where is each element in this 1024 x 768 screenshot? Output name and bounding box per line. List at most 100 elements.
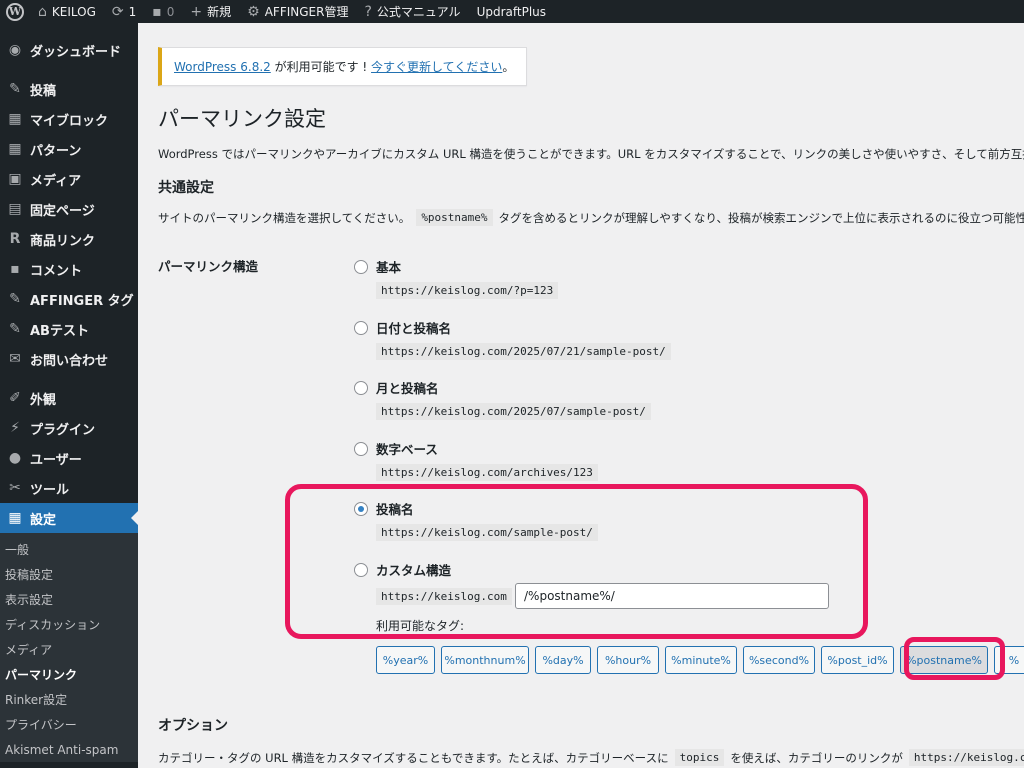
admin-bar: W ⌂ KEILOG ⟳ 1 ▪ 0 + 新規 ⚙ AFFINGER管理 ? 公式マニュアル…: [0, 0, 1024, 23]
submenu-item-writing[interactable]: 投稿設定: [0, 562, 138, 587]
page-description: WordPress ではパーマリンクやアーカイブにカスタム URL 構造を使うこ…: [158, 147, 1024, 161]
plain-radio[interactable]: [354, 259, 368, 274]
submenu-item-rinker[interactable]: Rinker設定: [0, 687, 138, 712]
pin-icon: ✎: [9, 291, 21, 307]
option-post-name[interactable]: 投稿名: [354, 499, 414, 518]
main-content: WordPress 6.8.2 が利用可能です ! 今すぐ更新してください 。 …: [138, 23, 1024, 768]
day-name-example: https://keislog.com/2025/07/21/sample-po…: [376, 343, 671, 360]
sidebar-item-comments[interactable]: ▪ コメント: [0, 254, 138, 284]
rinker-icon: R: [9, 231, 21, 247]
optional-description: カテゴリー・タグの URL 構造をカスタマイズすることもできます。たとえば、カテ…: [158, 749, 1024, 766]
comment-icon: ▪: [152, 3, 162, 20]
patterns-icon: ▦: [8, 141, 22, 157]
submenu-item-permalinks[interactable]: パーマリンク: [0, 662, 138, 687]
submenu-item-reading[interactable]: 表示設定: [0, 587, 138, 612]
manual-link[interactable]: ? 公式マニュアル: [356, 0, 468, 23]
option-month-name[interactable]: 月と投稿名: [354, 378, 439, 397]
sidebar-item-settings[interactable]: ▦ 設定: [0, 503, 138, 533]
wrench-icon: ✂: [9, 480, 21, 496]
sidebar-item-plugins[interactable]: ⚡ プラグイン: [0, 413, 138, 443]
tag-post-id-button[interactable]: %post_id%: [821, 646, 894, 674]
updates-link[interactable]: ⟳ 1: [104, 0, 144, 23]
submenu-item-media[interactable]: メディア: [0, 637, 138, 662]
submenu-item-privacy[interactable]: プライバシー: [0, 712, 138, 737]
sidebar-item-tools[interactable]: ✂ ツール: [0, 473, 138, 503]
month-name-example: https://keislog.com/2025/07/sample-post/: [376, 403, 651, 420]
tag-postname-button[interactable]: %postname%: [900, 646, 988, 674]
plain-example: https://keislog.com/?p=123: [376, 282, 559, 299]
custom-prefix: https://keislog.com: [376, 588, 512, 605]
settings-icon: ▦: [8, 510, 22, 526]
new-content-link[interactable]: + 新規: [182, 0, 239, 23]
post-name-example: https://keislog.com/sample-post/: [376, 524, 598, 541]
sidebar-item-dashboard[interactable]: ◉ ダッシュボード: [0, 35, 138, 65]
sidebar-item-product-links[interactable]: R 商品リンク: [0, 224, 138, 254]
user-icon: ●: [8, 450, 22, 466]
numeric-example: https://keislog.com/archives/123: [376, 464, 598, 481]
tag-second-button[interactable]: %second%: [743, 646, 815, 674]
update-now-link[interactable]: 今すぐ更新してください: [371, 58, 502, 75]
dashboard-icon: ◉: [8, 42, 22, 58]
sidebar-item-patterns[interactable]: ▦ パターン: [0, 134, 138, 164]
sidebar-item-myblocks[interactable]: ▦ マイブロック: [0, 104, 138, 134]
available-tags-label: 利用可能なタグ:: [376, 619, 465, 633]
update-notice: WordPress 6.8.2 が利用可能です ! 今すぐ更新してください 。: [158, 47, 527, 86]
site-name-link[interactable]: ⌂ KEILOG: [30, 0, 104, 23]
blocks-icon: ▦: [8, 111, 22, 127]
numeric-radio[interactable]: [354, 441, 368, 456]
tag-more-button[interactable]: %: [994, 646, 1024, 674]
wordpress-logo-button[interactable]: W: [0, 0, 30, 23]
postname-code: %postname%: [416, 209, 493, 226]
refresh-icon: ⟳: [111, 3, 124, 20]
sidebar-item-appearance[interactable]: ✐ 外観: [0, 383, 138, 413]
optional-heading: オプション: [158, 718, 228, 734]
category-link-code: https://keislog.co: [908, 749, 1024, 766]
media-icon: ▣: [8, 171, 22, 187]
affinger-admin-link[interactable]: ⚙ AFFINGER管理: [239, 0, 356, 23]
sidebar-item-media[interactable]: ▣ メディア: [0, 164, 138, 194]
month-name-radio[interactable]: [354, 380, 368, 395]
post-name-radio[interactable]: [354, 501, 368, 516]
option-day-name[interactable]: 日付と投稿名: [354, 318, 451, 337]
page-icon: ▤: [8, 201, 22, 217]
tag-monthnum-button[interactable]: %monthnum%: [441, 646, 529, 674]
help-icon: ?: [364, 3, 372, 20]
plugin-icon: ⚡: [10, 420, 20, 436]
common-settings-heading: 共通設定: [158, 180, 214, 196]
option-numeric[interactable]: 数字ベース: [354, 439, 438, 458]
gear-icon: ⚙: [247, 3, 260, 20]
wordpress-logo-icon: W: [6, 2, 24, 21]
page-title: パーマリンク設定: [158, 107, 326, 131]
tag-day-button[interactable]: %day%: [535, 646, 591, 674]
pin-icon: ✎: [9, 81, 21, 97]
option-custom[interactable]: カスタム構造: [354, 560, 451, 579]
tag-minute-button[interactable]: %minute%: [665, 646, 737, 674]
plus-icon: +: [190, 3, 203, 20]
brush-icon: ✐: [9, 390, 21, 406]
day-name-radio[interactable]: [354, 320, 368, 335]
topics-code: topics: [674, 749, 725, 766]
updraftplus-link[interactable]: UpdraftPlus: [469, 0, 554, 23]
sidebar-item-users[interactable]: ● ユーザー: [0, 443, 138, 473]
permalink-structure-label: パーマリンク構造: [158, 259, 259, 274]
tag-hour-button[interactable]: %hour%: [597, 646, 659, 674]
home-icon: ⌂: [38, 3, 47, 20]
sidebar-item-ab-test[interactable]: ✎ ABテスト: [0, 314, 138, 344]
sidebar-item-posts[interactable]: ✎ 投稿: [0, 74, 138, 104]
available-tags: %year% %monthnum% %day% %hour% %minute% …: [376, 646, 1024, 674]
wordpress-version-link[interactable]: WordPress 6.8.2: [174, 60, 271, 74]
option-plain[interactable]: 基本: [354, 257, 401, 276]
sidebar-item-contact[interactable]: ✉ お問い合わせ: [0, 344, 138, 374]
submenu-item-akismet[interactable]: Akismet Anti-spam: [0, 737, 138, 762]
submenu-item-general[interactable]: 一般: [0, 537, 138, 562]
common-settings-description: サイトのパーマリンク構造を選択してください。 %postname% タグを含める…: [158, 209, 1024, 226]
custom-structure-input[interactable]: [515, 583, 829, 609]
comment-icon: ▪: [10, 261, 20, 277]
custom-radio[interactable]: [354, 562, 368, 577]
submenu-item-discussion[interactable]: ディスカッション: [0, 612, 138, 637]
comments-link[interactable]: ▪ 0: [144, 0, 182, 23]
sidebar-item-pages[interactable]: ▤ 固定ページ: [0, 194, 138, 224]
tag-year-button[interactable]: %year%: [376, 646, 435, 674]
mail-icon: ✉: [9, 351, 21, 367]
sidebar-item-affinger-tags[interactable]: ✎ AFFINGER タグ: [0, 284, 138, 314]
